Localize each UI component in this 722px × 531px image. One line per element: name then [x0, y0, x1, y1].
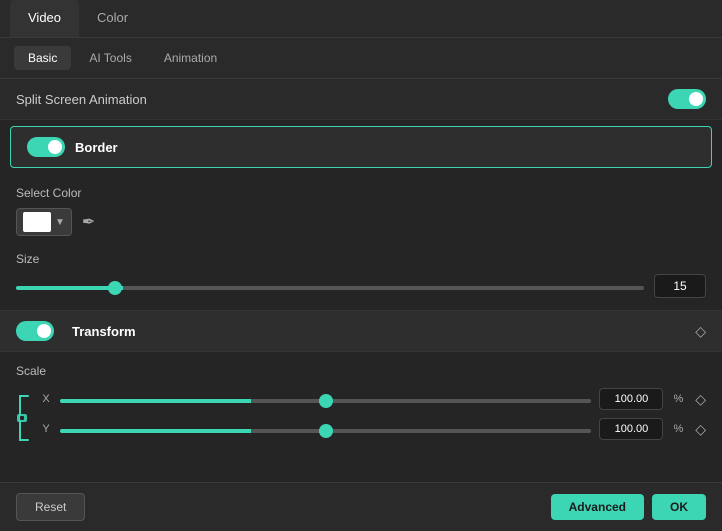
- scale-x-row: X 100.00 % ◇: [40, 388, 706, 410]
- tab-video[interactable]: Video: [10, 0, 79, 37]
- scale-y-diamond-icon[interactable]: ◇: [695, 421, 706, 438]
- dropdown-arrow-icon: ▼: [55, 217, 65, 228]
- transform-diamond-icon[interactable]: ◇: [695, 323, 706, 340]
- select-color-label: Select Color: [16, 186, 706, 200]
- top-tab-bar: Video Color: [0, 0, 722, 38]
- scale-lock-icon[interactable]: [16, 394, 30, 442]
- split-screen-label: Split Screen Animation: [16, 92, 147, 107]
- reset-button[interactable]: Reset: [16, 493, 85, 521]
- size-value-box[interactable]: 15: [654, 274, 706, 298]
- scale-x-diamond-icon[interactable]: ◇: [695, 391, 706, 408]
- tab-ai-tools[interactable]: AI Tools: [75, 46, 145, 70]
- y-axis-label: Y: [40, 423, 52, 435]
- color-swatch-button[interactable]: ▼: [16, 208, 72, 236]
- tab-color[interactable]: Color: [79, 0, 146, 37]
- scale-x-slider-wrapper: [60, 390, 591, 408]
- content-area: Split Screen Animation Border Select Col…: [0, 79, 722, 525]
- size-section: Size 15: [0, 248, 722, 310]
- transform-toggle[interactable]: [16, 321, 54, 341]
- transform-label: Transform: [72, 324, 136, 339]
- size-label: Size: [16, 252, 706, 266]
- size-slider[interactable]: [16, 286, 644, 290]
- split-screen-toggle[interactable]: [668, 89, 706, 109]
- xy-sliders: X 100.00 % ◇ Y 100.00: [40, 388, 706, 448]
- scale-y-row: Y 100.00 % ◇: [40, 418, 706, 440]
- scale-y-slider[interactable]: [60, 429, 591, 433]
- footer-right-buttons: Advanced OK: [551, 494, 706, 520]
- scale-x-value-box[interactable]: 100.00: [599, 388, 663, 410]
- eyedropper-icon[interactable]: ✒: [82, 212, 95, 232]
- advanced-button[interactable]: Advanced: [551, 494, 644, 520]
- scale-section: Scale X: [0, 352, 722, 464]
- size-slider-wrapper: [16, 277, 644, 295]
- sub-tab-bar: Basic AI Tools Animation: [0, 38, 722, 79]
- transform-section-row: Transform ◇: [0, 311, 722, 351]
- ok-button[interactable]: OK: [652, 494, 706, 520]
- scale-label: Scale: [16, 364, 706, 378]
- color-section: Select Color ▼ ✒: [0, 174, 722, 248]
- divider-1: [0, 119, 722, 120]
- color-swatch: [23, 212, 51, 232]
- scale-y-percent: %: [673, 423, 683, 435]
- footer: Reset Advanced OK: [0, 482, 722, 531]
- scale-x-percent: %: [673, 393, 683, 405]
- size-row: 15: [16, 274, 706, 298]
- transform-left: Transform: [16, 321, 136, 341]
- border-toggle[interactable]: [27, 137, 65, 157]
- border-label: Border: [75, 140, 118, 155]
- app-container: Video Color Basic AI Tools Animation Spl…: [0, 0, 722, 531]
- split-screen-row: Split Screen Animation: [0, 79, 722, 119]
- tab-basic[interactable]: Basic: [14, 46, 71, 70]
- tab-animation[interactable]: Animation: [150, 46, 231, 70]
- scale-y-value-box[interactable]: 100.00: [599, 418, 663, 440]
- x-axis-label: X: [40, 393, 52, 405]
- color-row: ▼ ✒: [16, 208, 706, 236]
- scale-y-slider-wrapper: [60, 420, 591, 438]
- border-section-row: Border: [10, 126, 712, 168]
- scale-x-slider[interactable]: [60, 399, 591, 403]
